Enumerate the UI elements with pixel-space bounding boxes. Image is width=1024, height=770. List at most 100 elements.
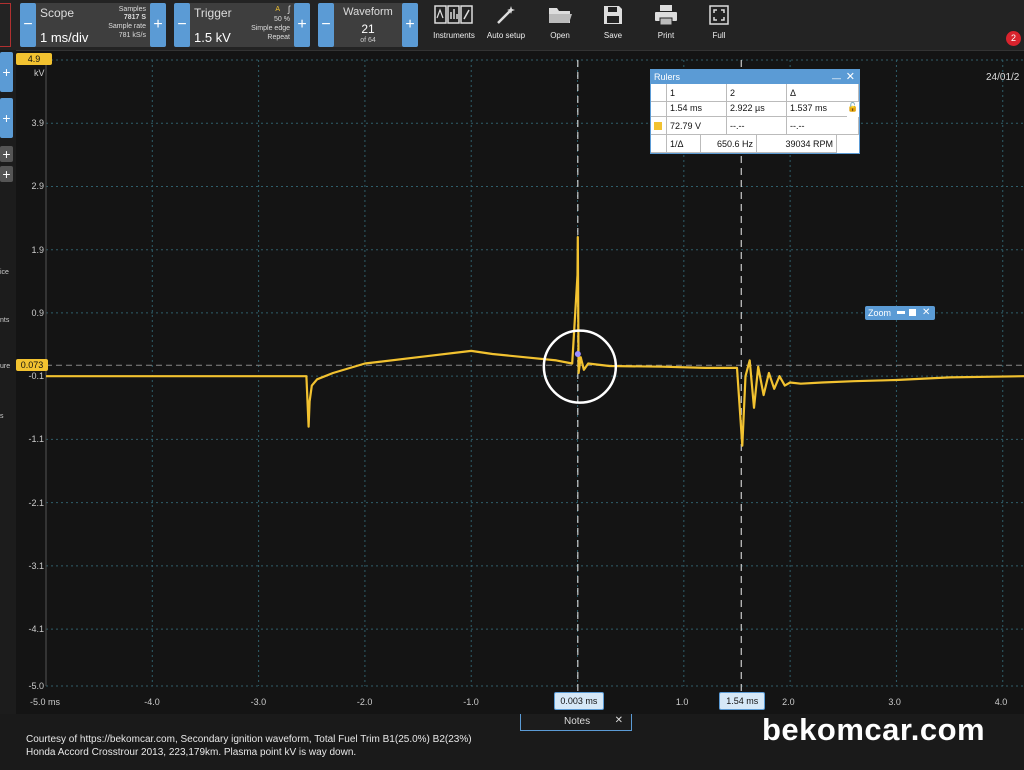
full-button[interactable]: Full — [691, 4, 747, 40]
full-label: Full — [712, 31, 726, 40]
ruler-intersection-marker — [574, 351, 581, 358]
lock-icon[interactable]: 🔓 — [847, 102, 858, 113]
waveform-next-button[interactable]: + — [402, 3, 418, 47]
rulers-panel: Rulers — ✕ 1 2 Δ 1.54 ms 2.922 µs 1.537 … — [650, 69, 860, 154]
channel-a-color-swatch — [654, 122, 662, 130]
trigger-increase-button[interactable]: + — [294, 3, 310, 47]
y-axis-top-value[interactable]: 4.9 — [16, 53, 52, 65]
scope-plot[interactable] — [0, 50, 1024, 714]
rulers-row-time-cell — [651, 99, 667, 117]
sample-rate-label: Sample rate — [108, 23, 146, 30]
ruler-2-voltage: --.-- — [727, 117, 787, 135]
print-label: Print — [657, 31, 675, 40]
waveform-title: Waveform — [343, 6, 393, 18]
save-button[interactable]: Save — [585, 4, 641, 40]
close-icon[interactable]: ✕ — [846, 70, 855, 84]
instruments-icon — [434, 5, 473, 24]
zoom-restore-icon[interactable] — [909, 309, 916, 316]
waveform-prev-button[interactable]: − — [318, 3, 334, 47]
zoom-label: Zoom — [868, 308, 892, 318]
x-tick-label: 1.0 — [675, 697, 689, 707]
instruments-label: Instruments — [433, 31, 475, 40]
waveform-trace — [46, 236, 1024, 447]
waveform-total: of 64 — [360, 37, 376, 44]
save-icon — [604, 6, 622, 24]
rulers-row-freq-cell — [651, 135, 667, 153]
x-tick-label: 3.0 — [888, 697, 901, 707]
y-tick-label: 3.9 — [31, 118, 44, 129]
instruments-button[interactable]: Instruments — [426, 4, 482, 40]
scope-control: − Scope 1 ms/div Samples 7817 S Sample r… — [20, 3, 166, 47]
plot-grid — [45, 59, 1024, 687]
ruler-1-time: 1.54 ms — [667, 99, 727, 117]
toolbar: − Scope 1 ms/div Samples 7817 S Sample r… — [0, 0, 1024, 51]
ruler-2-marker[interactable]: 1.54 ms — [719, 692, 766, 710]
minimize-icon[interactable]: — — [832, 71, 841, 85]
y-tick-label: -3.1 — [28, 560, 44, 571]
y-tick-label: -2.1 — [28, 497, 44, 508]
waveform-control: − Waveform 21 of 64 + — [318, 3, 418, 47]
auto-setup-button[interactable]: Auto setup — [478, 4, 534, 40]
zoom-widget[interactable]: Zoom ✕ — [865, 306, 935, 320]
ruler-delta-time: 1.537 ms — [787, 99, 847, 117]
y-tick-label: 0.9 — [31, 307, 44, 318]
auto-setup-label: Auto setup — [486, 31, 526, 40]
rising-edge-icon: ʃ — [288, 4, 290, 14]
print-button[interactable]: Print — [638, 4, 694, 40]
notes-text: Courtesy of https://bekomcar.com, Second… — [26, 733, 586, 759]
ruler-2-time: 2.922 µs — [727, 99, 787, 117]
samples-value: 7817 S — [123, 14, 146, 21]
samples-label: Samples — [118, 6, 146, 13]
x-tick-label: -3.0 — [250, 697, 267, 707]
trigger-level-value[interactable]: 1.5 kV — [194, 30, 231, 45]
notification-badge[interactable]: 2 — [1006, 31, 1021, 46]
wand-icon — [497, 6, 515, 24]
folder-icon — [549, 8, 572, 23]
y-tick-label: -1.1 — [28, 434, 44, 445]
x-tick-label: 2.0 — [782, 697, 795, 707]
trigger-control: − Trigger 1.5 kV A ʃ 50 % Simple edge Re… — [174, 3, 310, 47]
scope-decrease-button[interactable]: − — [20, 3, 36, 47]
scope-increase-button[interactable]: + — [150, 3, 166, 47]
rulers-row-voltage-cell — [651, 117, 667, 135]
trigger-mode[interactable]: Simple edge — [251, 25, 290, 33]
y-tick-label: -0.1 — [28, 371, 44, 382]
notes-tab[interactable]: Notes ✕ — [520, 714, 632, 731]
ruler-1-marker[interactable]: 0.003 ms — [553, 692, 604, 710]
rulers-panel-header[interactable]: Rulers — ✕ — [651, 70, 859, 84]
ruler-1-voltage: 72.79 V — [667, 117, 727, 135]
scope-timebase-value[interactable]: 1 ms/div — [40, 30, 88, 45]
trigger-decrease-button[interactable]: − — [174, 3, 190, 47]
trigger-level-marker[interactable]: 0.073 — [16, 359, 48, 372]
inverse-delta-label: 1/Δ — [667, 135, 701, 153]
notes-close-icon[interactable]: ✕ — [615, 715, 623, 726]
x-tick-label: -5.0 ms — [30, 697, 61, 707]
fullscreen-icon — [709, 5, 729, 25]
zoom-minimize-icon[interactable] — [897, 311, 905, 314]
zoom-close-icon[interactable]: ✕ — [922, 306, 930, 320]
notes-line-2: Honda Accord Crosstrour 2013, 223,179km.… — [26, 747, 357, 758]
printer-icon — [655, 5, 677, 26]
left-edge-panel[interactable] — [0, 3, 11, 47]
trigger-repeat[interactable]: Repeat — [267, 34, 290, 42]
x-tick-label: -4.0 — [144, 697, 160, 707]
notes-label: Notes — [564, 716, 591, 727]
trigger-channel-flag: A — [275, 6, 280, 13]
waveform-number[interactable]: 21 — [334, 22, 402, 36]
capture-date: 24/01/2 — [986, 72, 1020, 83]
x-tick-label: 4.0 — [994, 697, 1008, 707]
sample-rate-value: 781 kS/s — [118, 32, 146, 39]
open-label: Open — [550, 31, 570, 40]
brand-watermark: bekomcar.com — [762, 712, 986, 747]
y-tick-label: -5.0 — [28, 681, 44, 691]
trigger-title: Trigger — [194, 6, 232, 20]
y-tick-label: 2.9 — [31, 181, 44, 192]
frequency-value: 650.6 Hz — [701, 135, 757, 153]
trigger-percent: 50 % — [274, 16, 290, 23]
save-label: Save — [603, 31, 623, 40]
y-tick-label: 1.9 — [31, 244, 44, 255]
open-button[interactable]: Open — [532, 4, 588, 40]
y-tick-label: -4.1 — [28, 624, 44, 635]
ruler-delta-voltage: --.-- — [787, 117, 859, 135]
notes-line-1: Courtesy of https://bekomcar.com, Second… — [26, 734, 472, 745]
